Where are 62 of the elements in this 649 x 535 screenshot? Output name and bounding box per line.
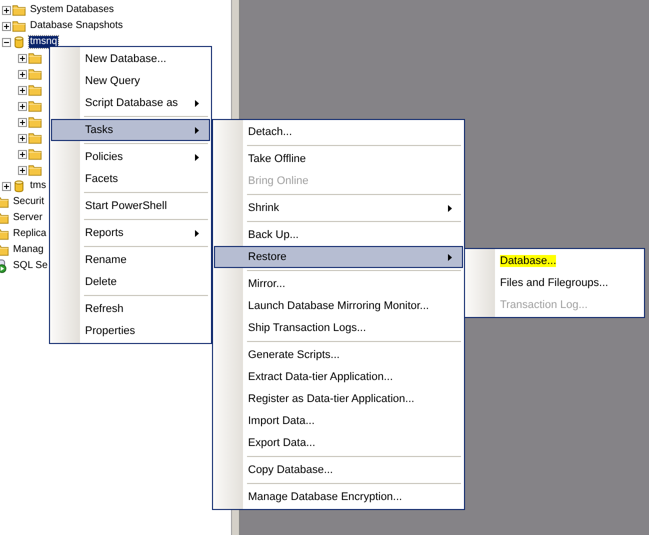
- folder-icon: [28, 82, 42, 98]
- tree-node-label[interactable]: System Databases: [29, 4, 115, 16]
- folder-icon: [28, 98, 42, 114]
- menu-item[interactable]: Export Data...: [214, 432, 463, 454]
- database-icon: [12, 178, 26, 194]
- menu-item[interactable]: Properties: [51, 320, 210, 342]
- menu-item[interactable]: Policies: [51, 146, 210, 168]
- menu-item[interactable]: Files and Filegroups...: [466, 272, 643, 294]
- menu-item[interactable]: Detach...: [214, 121, 463, 143]
- menu-item[interactable]: Reports: [51, 222, 210, 244]
- expand-icon[interactable]: [2, 6, 11, 14]
- menu-item[interactable]: Delete: [51, 271, 210, 293]
- folder-icon: [28, 146, 42, 162]
- menu-item[interactable]: Ship Transaction Logs...: [214, 317, 463, 339]
- tree-node-label[interactable]: tms: [29, 180, 48, 192]
- menu-item[interactable]: Rename: [51, 249, 210, 271]
- tree-node-label[interactable]: tmsnq: [29, 36, 58, 48]
- menu-item[interactable]: Back Up...: [214, 224, 463, 246]
- menu-item[interactable]: New Query: [51, 70, 210, 92]
- expand-icon[interactable]: [18, 150, 27, 158]
- menu-item[interactable]: New Database...: [51, 48, 210, 70]
- folder-icon: [12, 2, 26, 18]
- expand-icon[interactable]: [18, 54, 27, 62]
- folder-icon: [28, 162, 42, 178]
- folder-icon: [28, 66, 42, 82]
- menu-item[interactable]: Copy Database...: [214, 459, 463, 481]
- tree-node-label[interactable]: Server: [12, 212, 44, 224]
- expand-icon[interactable]: [18, 166, 27, 174]
- menu-item[interactable]: Take Offline: [214, 148, 463, 170]
- folder-icon: [28, 50, 42, 66]
- tree-node-label[interactable]: Manag: [12, 244, 45, 256]
- menu-item[interactable]: Database...: [466, 250, 643, 272]
- tree-node-label[interactable]: Securit: [12, 196, 46, 208]
- expand-icon[interactable]: [18, 102, 27, 110]
- folder-icon: [28, 130, 42, 146]
- menu-item[interactable]: Refresh: [51, 298, 210, 320]
- tree-node-label[interactable]: Replica: [12, 228, 48, 240]
- expand-icon[interactable]: [18, 134, 27, 142]
- menu-item[interactable]: Restore: [214, 246, 463, 268]
- tree-node-label[interactable]: SQL Se: [12, 260, 49, 272]
- menu-item[interactable]: Extract Data-tier Application...: [214, 366, 463, 388]
- menu-item[interactable]: Manage Database Encryption...: [214, 486, 463, 508]
- menu-item[interactable]: Mirror...: [214, 273, 463, 295]
- expand-icon[interactable]: [18, 118, 27, 126]
- expand-icon[interactable]: [18, 70, 27, 78]
- menu-item[interactable]: Register as Data-tier Application...: [214, 388, 463, 410]
- menu-item[interactable]: Script Database as: [51, 92, 210, 114]
- folder-icon: [12, 18, 26, 34]
- menu-item[interactable]: Launch Database Mirroring Monitor...: [214, 295, 463, 317]
- tree-node-label[interactable]: Database Snapshots: [29, 20, 124, 32]
- database-icon: [12, 34, 26, 50]
- folder-icon: [28, 114, 42, 130]
- expand-icon[interactable]: [2, 22, 11, 30]
- menu-item[interactable]: Tasks: [51, 119, 210, 141]
- menu-item[interactable]: Import Data...: [214, 410, 463, 432]
- menu-item[interactable]: Facets: [51, 168, 210, 190]
- menu-item[interactable]: Generate Scripts...: [214, 344, 463, 366]
- expand-icon[interactable]: [18, 86, 27, 94]
- collapse-icon[interactable]: [2, 38, 11, 46]
- expand-icon[interactable]: [2, 182, 11, 190]
- menu-item[interactable]: Start PowerShell: [51, 195, 210, 217]
- menu-item[interactable]: Shrink: [214, 197, 463, 219]
